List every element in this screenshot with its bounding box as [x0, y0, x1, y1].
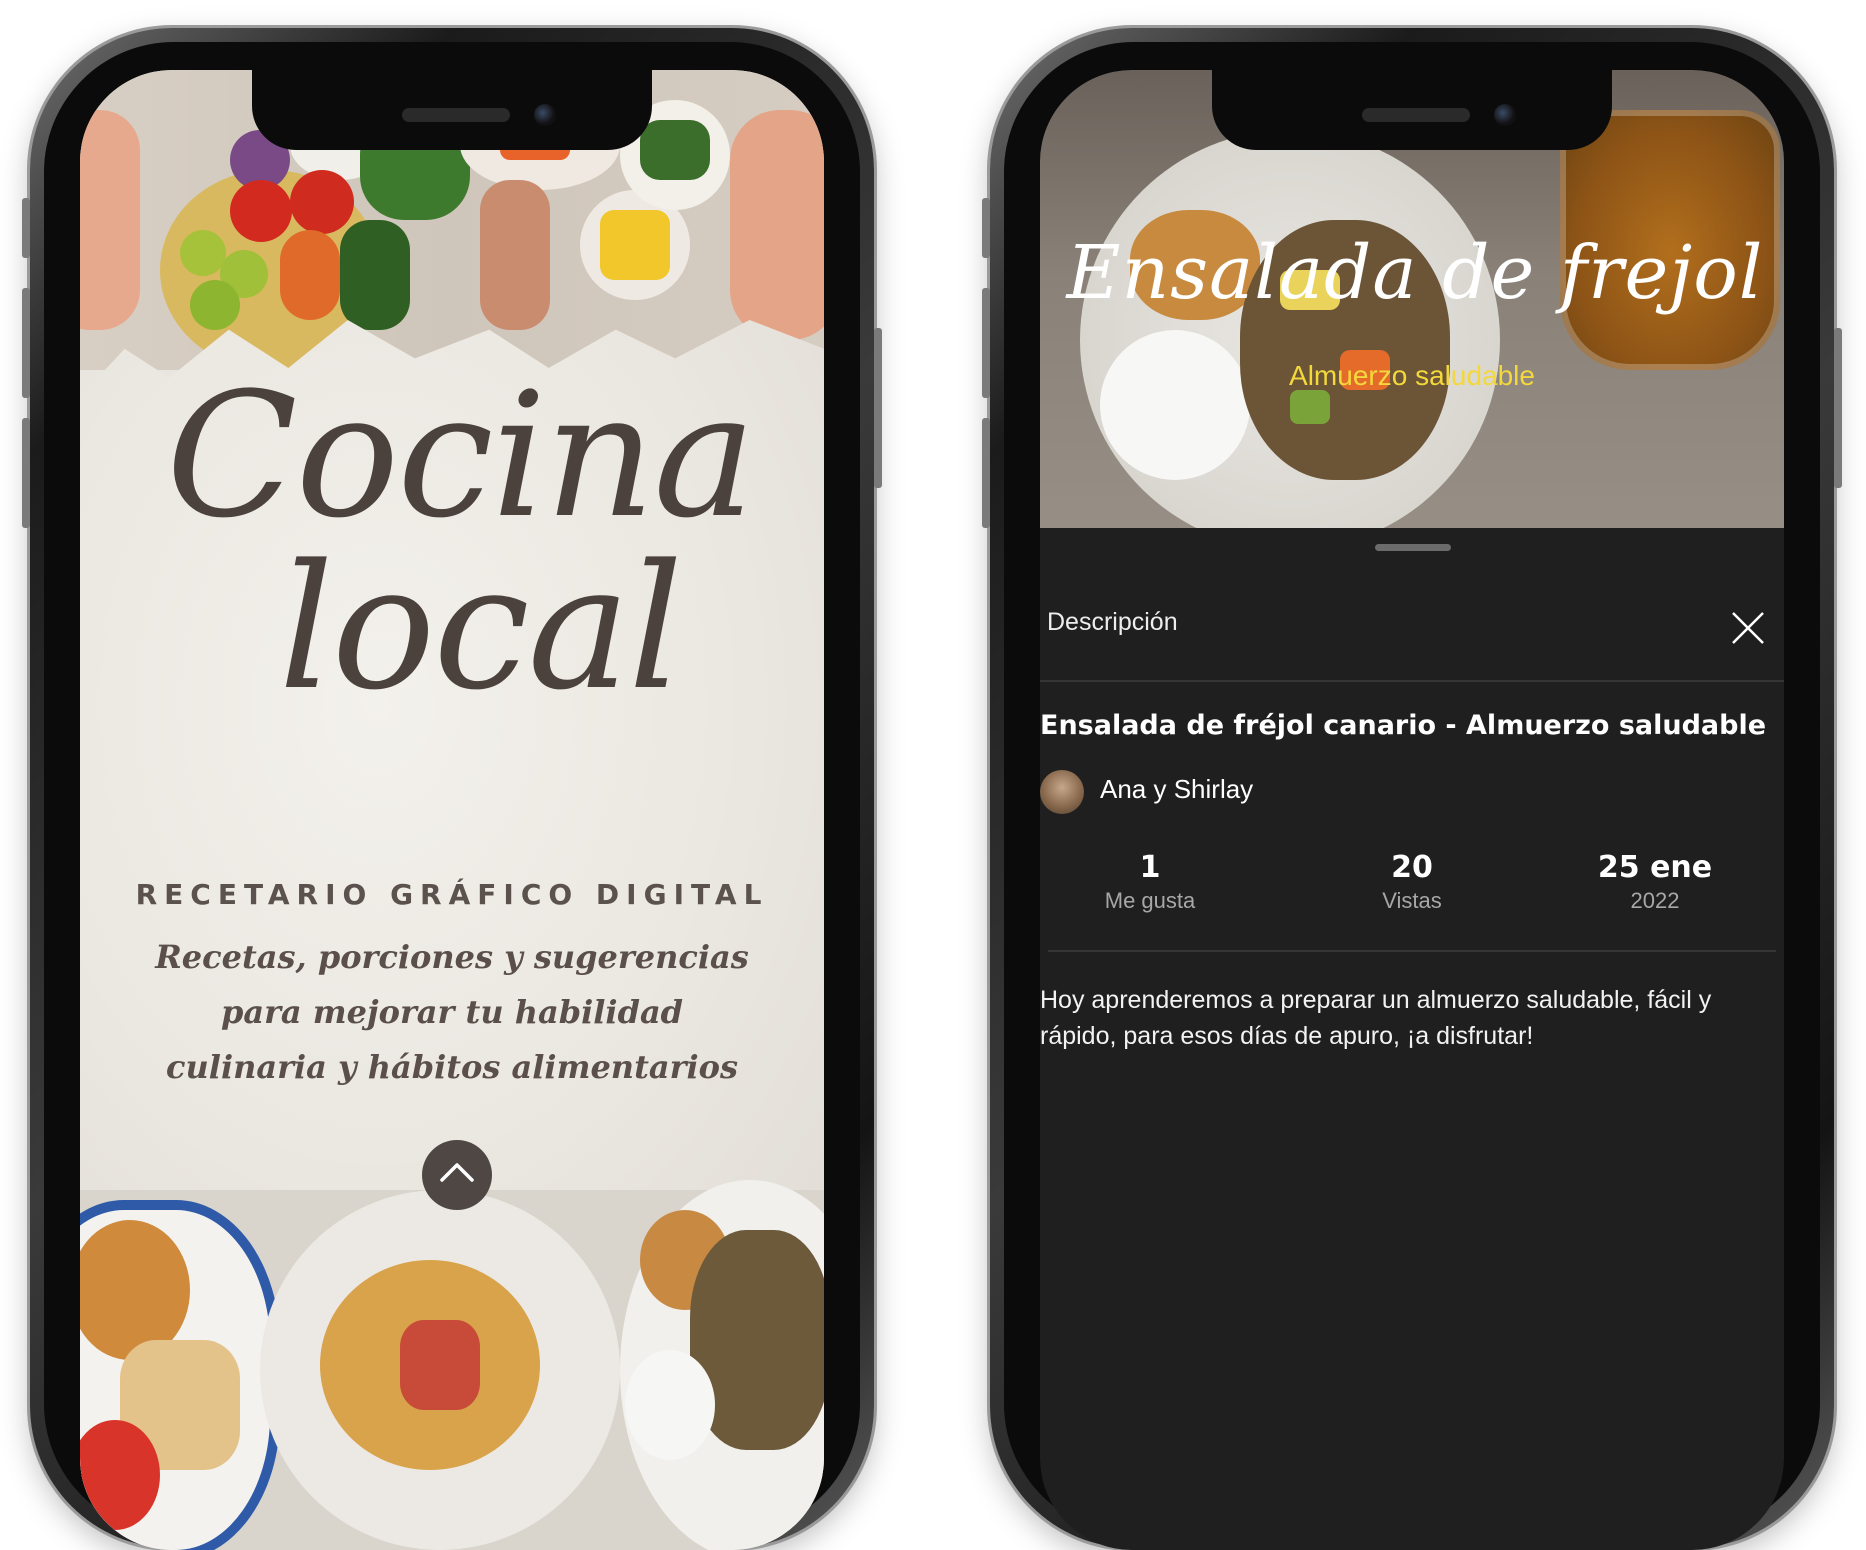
close-button[interactable]: [1730, 610, 1766, 646]
phone-notch: [252, 68, 652, 150]
front-camera: [534, 104, 556, 126]
stat-likes: 1 Me gusta: [1050, 850, 1250, 916]
power-button: [874, 328, 882, 488]
title-line-local: local: [278, 527, 683, 728]
stat-date-value: 25 ene: [1597, 850, 1713, 885]
tagline-line-1: Recetas, porciones y sugerencias: [155, 938, 749, 976]
hero-title: Ensalada de frejol: [1066, 230, 1764, 316]
video-description: Hoy aprenderemos a preparar un almuerzo …: [1040, 986, 1712, 1050]
stat-views-label: Vistas: [1382, 888, 1442, 913]
mute-switch: [22, 198, 30, 258]
title-line-cocina: Cocina: [166, 355, 756, 556]
phone-notch: [1212, 68, 1612, 150]
right-screen: Ensalada de frejol Almuerzo saludable De…: [1040, 70, 1784, 1550]
header-divider: [1040, 680, 1784, 682]
right-phone-frame: Ensalada de frejol Almuerzo saludable De…: [982, 28, 1842, 1550]
close-icon: [1732, 612, 1764, 644]
volume-up-button: [22, 288, 30, 398]
left-phone-frame: Cocina local RECETARIO GRÁFICO DIGITAL R…: [22, 28, 882, 1550]
tagline-line-2: para mejorar tu habilidad: [220, 993, 684, 1031]
description-header: Descripción: [1047, 608, 1178, 636]
dishes-photo: [80, 1180, 824, 1550]
front-camera: [1494, 104, 1516, 126]
stat-date-year: 2022: [1630, 888, 1680, 913]
chevron-up-icon: [440, 1163, 474, 1182]
stat-likes-label: Me gusta: [1104, 888, 1196, 913]
app-title: Cocina local: [160, 370, 760, 714]
power-button: [1834, 328, 1842, 488]
speaker-grille: [1362, 108, 1470, 122]
hero-subtitle: Almuerzo saludable: [1289, 360, 1535, 391]
stat-date: 25 ene 2022: [1555, 850, 1755, 916]
mute-switch: [982, 198, 990, 258]
tagline: Recetas, porciones y sugerencias para me…: [140, 930, 764, 1095]
speaker-grille: [402, 108, 510, 122]
tagline-line-3: culinaria y hábitos alimentarios: [166, 1048, 738, 1086]
video-title: Ensalada de fréjol canario - Almuerzo sa…: [1040, 710, 1767, 741]
author-avatar[interactable]: [1040, 770, 1084, 814]
sheet-drag-handle[interactable]: [1375, 544, 1451, 551]
stat-views-value: 20: [1391, 850, 1433, 885]
volume-down-button: [982, 418, 990, 528]
author-name[interactable]: Ana y Shirlay: [1100, 774, 1253, 805]
volume-up-button: [982, 288, 990, 398]
volume-down-button: [22, 418, 30, 528]
stat-views: 20 Vistas: [1312, 850, 1512, 916]
stat-likes-value: 1: [1139, 850, 1161, 885]
scroll-up-button[interactable]: [422, 1140, 492, 1210]
stats-divider: [1048, 950, 1776, 952]
subtitle: RECETARIO GRÁFICO DIGITAL: [135, 878, 769, 911]
left-screen: Cocina local RECETARIO GRÁFICO DIGITAL R…: [80, 70, 824, 1550]
